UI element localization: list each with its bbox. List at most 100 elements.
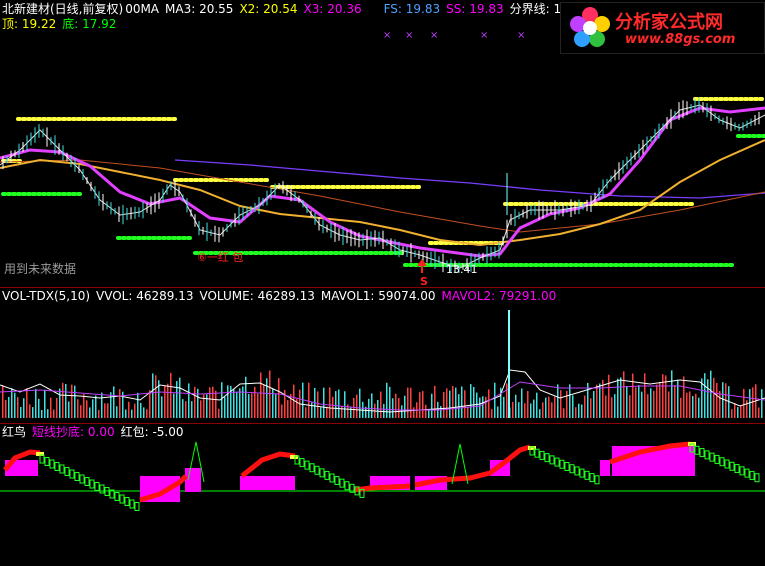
volume-bar bbox=[74, 385, 76, 418]
volume-bar bbox=[128, 401, 130, 418]
volume-bar bbox=[635, 387, 637, 418]
panel-divider-1[interactable] bbox=[0, 287, 765, 288]
volume-bar bbox=[656, 384, 658, 418]
svg-text:×: × bbox=[480, 30, 488, 41]
ss-value: SS: 19.83 bbox=[446, 2, 504, 16]
volume-bar bbox=[14, 392, 16, 418]
volume-bar bbox=[569, 384, 571, 418]
green-step bbox=[344, 481, 350, 491]
volume-bar bbox=[653, 390, 655, 418]
price-chart[interactable]: × × × × × bbox=[0, 0, 765, 566]
volume-bar bbox=[80, 405, 82, 418]
volume-bar bbox=[578, 403, 580, 418]
volume-bar bbox=[413, 407, 415, 418]
volume-bar bbox=[530, 403, 532, 418]
volume-bar bbox=[755, 384, 757, 418]
volume-bar bbox=[410, 387, 412, 418]
volume-bar bbox=[596, 384, 598, 418]
indicator-panel-header: 红鸟 短线抄底: 0.00 红包: -5.00 bbox=[2, 425, 190, 439]
volume-bar bbox=[758, 407, 760, 418]
volume-bar bbox=[368, 398, 370, 418]
volume-bar bbox=[338, 389, 340, 418]
volume-bar bbox=[53, 409, 55, 418]
volume-bar bbox=[41, 409, 43, 418]
volume-bar bbox=[35, 388, 37, 418]
green-step bbox=[544, 453, 550, 463]
volume-bar bbox=[218, 408, 220, 418]
green-step bbox=[94, 482, 100, 491]
green-step bbox=[104, 487, 110, 496]
volume-bar bbox=[677, 379, 679, 418]
volume-bar bbox=[152, 373, 154, 418]
green-step bbox=[54, 462, 60, 471]
green-step bbox=[129, 499, 135, 509]
panel-divider-2[interactable] bbox=[0, 423, 765, 424]
volume-bar bbox=[131, 409, 133, 418]
volume-bar bbox=[611, 397, 613, 418]
volume-bar bbox=[737, 407, 739, 418]
indicator-chart[interactable] bbox=[0, 0, 765, 566]
green-step bbox=[74, 472, 80, 481]
volume-bar bbox=[620, 377, 622, 418]
volume-bar bbox=[269, 370, 271, 418]
volume-bar bbox=[329, 387, 331, 418]
green-step bbox=[564, 462, 570, 471]
indicator-name[interactable]: 红鸟 bbox=[2, 425, 26, 439]
volume-bar bbox=[140, 402, 142, 418]
volume-bar bbox=[92, 399, 94, 418]
volume-bar bbox=[107, 403, 109, 418]
volume-bar bbox=[62, 382, 64, 418]
volume-bar bbox=[161, 396, 163, 418]
svg-text:×: × bbox=[517, 30, 525, 41]
volume-bar bbox=[572, 395, 574, 418]
green-step bbox=[349, 483, 355, 493]
green-step bbox=[704, 450, 710, 460]
volume-bar bbox=[548, 396, 550, 418]
volume-bar bbox=[518, 402, 520, 418]
volume-bar bbox=[116, 406, 118, 418]
green-step bbox=[589, 473, 595, 483]
top-bottom-levels: 顶: 19.22 底: 17.92 bbox=[2, 17, 122, 31]
volume-indicator-name[interactable]: VOL-TDX(5,10) bbox=[2, 289, 90, 303]
volume-bar bbox=[722, 382, 724, 418]
volume-bar bbox=[584, 395, 586, 418]
volume-bar bbox=[521, 388, 523, 418]
volume-bar bbox=[587, 382, 589, 418]
volume-bar bbox=[650, 388, 652, 418]
volume-bar bbox=[515, 394, 517, 418]
volume-bar bbox=[683, 376, 685, 418]
volume-bar bbox=[467, 407, 469, 418]
volume-bar bbox=[692, 396, 694, 418]
stock-title[interactable]: 北新建材(日线,前复权) bbox=[2, 2, 123, 16]
ma-long-purple bbox=[174, 159, 765, 199]
volume-bar bbox=[38, 398, 40, 418]
volume-bar bbox=[404, 395, 406, 418]
ma3-value: MA3: 20.55 bbox=[165, 2, 234, 16]
volume-bar bbox=[284, 390, 286, 418]
green-step bbox=[69, 469, 75, 479]
green-step bbox=[529, 446, 535, 456]
volume-bar bbox=[452, 386, 454, 418]
volume-bar bbox=[536, 392, 538, 418]
volume-bar bbox=[557, 384, 559, 418]
green-step bbox=[109, 489, 115, 499]
short-bottom-value: 短线抄底: 0.00 bbox=[32, 425, 115, 439]
volume-bar bbox=[239, 388, 241, 418]
volume-bar bbox=[350, 406, 352, 418]
green-step bbox=[539, 450, 545, 460]
low-price-label: 13.41 bbox=[446, 263, 478, 276]
volume-bar bbox=[602, 379, 604, 418]
volume-bar bbox=[86, 400, 88, 418]
volume-value: VOLUME: 46289.13 bbox=[199, 289, 315, 303]
volume-bar bbox=[614, 394, 616, 418]
green-step bbox=[534, 448, 540, 458]
volume-bar bbox=[440, 406, 442, 418]
volume-bar bbox=[497, 406, 499, 418]
volume-chart[interactable] bbox=[0, 0, 765, 566]
bottom-level: 底: 17.92 bbox=[62, 17, 117, 31]
volume-bar bbox=[302, 382, 304, 418]
volume-bar bbox=[389, 386, 391, 418]
volume-bar bbox=[305, 407, 307, 418]
green-step bbox=[99, 484, 105, 494]
yellow-peaks bbox=[36, 442, 696, 459]
